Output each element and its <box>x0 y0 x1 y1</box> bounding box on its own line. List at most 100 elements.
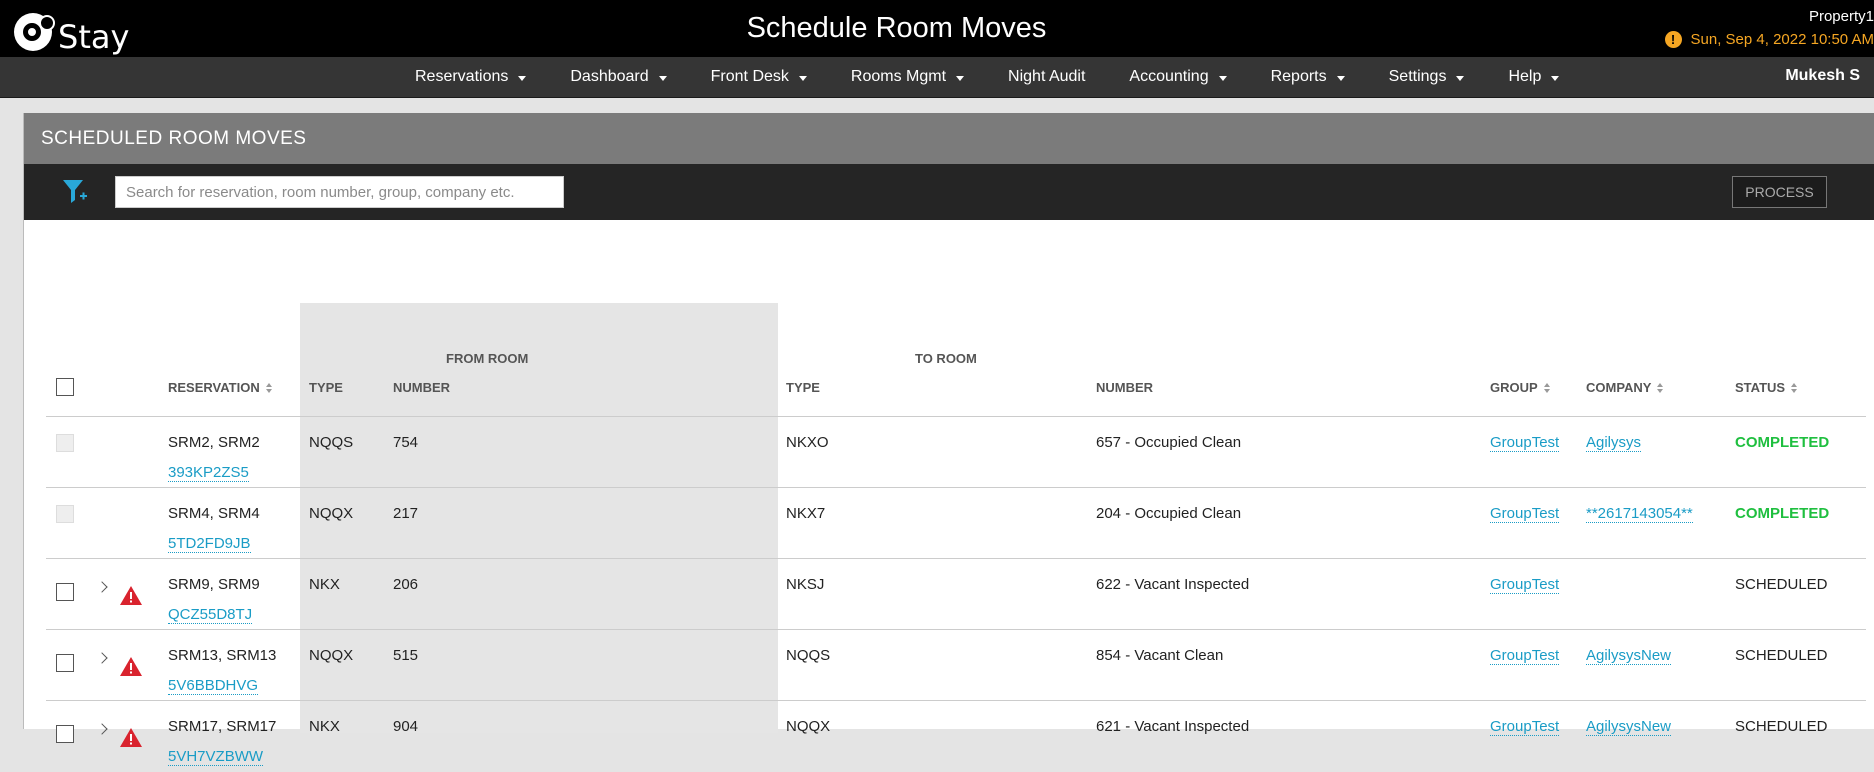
business-date: ! Sun, Sep 4, 2022 10:50 AM <box>1664 31 1874 48</box>
guest-name: SRM2, SRM2 <box>168 434 260 451</box>
from-room-type: NKX <box>309 718 340 735</box>
table-row: SRM17, SRM17 5VH7VZBWW NKX 904 NQQX 621 … <box>24 701 1874 772</box>
confirmation-link[interactable]: 5V6BBDHVG <box>168 677 259 695</box>
sort-icon <box>1657 382 1664 393</box>
nav-reports[interactable]: Reports <box>1271 68 1345 86</box>
to-room-type: NQQS <box>786 647 831 664</box>
nav-help[interactable]: Help <box>1508 68 1560 86</box>
select-all-checkbox[interactable] <box>56 378 74 396</box>
to-room-number: 204 - Occupied Clean <box>1096 505 1242 522</box>
company-link[interactable]: Agilysys <box>1586 434 1642 452</box>
user-menu[interactable]: Mukesh S <box>1785 67 1860 85</box>
toolbar: PROCESS <box>24 164 1874 220</box>
business-date-text: Sun, Sep 4, 2022 10:50 AM <box>1690 31 1874 48</box>
guest-name: SRM4, SRM4 <box>168 505 260 522</box>
row-checkbox[interactable] <box>56 654 74 672</box>
col-from-number: NUMBER <box>393 380 451 395</box>
col-group[interactable]: GROUP <box>1490 380 1550 395</box>
group-link[interactable]: GroupTest <box>1490 505 1560 523</box>
filter-icon[interactable] <box>62 178 88 211</box>
panel-title: SCHEDULED ROOM MOVES <box>24 113 1874 164</box>
from-room-number: 515 <box>393 647 419 664</box>
alert-triangle-icon <box>120 586 142 605</box>
confirmation-link[interactable]: QCZ55D8TJ <box>168 606 253 624</box>
table-row: SRM9, SRM9 QCZ55D8TJ NKX 206 NKSJ 622 - … <box>24 559 1874 630</box>
process-button[interactable]: PROCESS <box>1732 176 1827 208</box>
to-room-type: NKX7 <box>786 505 826 522</box>
caret-down-icon <box>1336 75 1345 81</box>
property-info: Property1 ! Sun, Sep 4, 2022 10:50 AM <box>1664 8 1874 48</box>
status-badge: COMPLETED <box>1735 505 1830 522</box>
company-link[interactable]: AgilysysNew <box>1586 718 1672 736</box>
nav-night-audit[interactable]: Night Audit <box>1008 68 1085 86</box>
nav-settings[interactable]: Settings <box>1389 68 1465 86</box>
col-to-number: NUMBER <box>1096 380 1154 395</box>
caret-down-icon <box>956 75 965 81</box>
row-checkbox <box>56 505 74 523</box>
to-room-type: NKSJ <box>786 576 825 593</box>
company-link[interactable]: AgilysysNew <box>1586 647 1672 665</box>
col-reservation[interactable]: RESERVATION <box>168 380 272 395</box>
from-room-number: 206 <box>393 576 419 593</box>
main-nav: Reservations Dashboard Front Desk Rooms … <box>0 57 1874 98</box>
status-badge: COMPLETED <box>1735 434 1830 451</box>
status-badge: SCHEDULED <box>1735 647 1828 664</box>
table-row: SRM2, SRM2 393KP2ZS5 NQQS 754 NKXO 657 -… <box>24 417 1874 488</box>
warning-icon: ! <box>1664 31 1682 48</box>
from-room-number: 217 <box>393 505 419 522</box>
to-room-number: 854 - Vacant Clean <box>1096 647 1224 664</box>
confirmation-link[interactable]: 5VH7VZBWW <box>168 748 264 766</box>
caret-down-icon <box>1456 75 1465 81</box>
room-moves-table: FROM ROOM TO ROOM RESERVATION TYPE NUMBE… <box>24 220 1874 766</box>
sort-icon <box>265 382 272 393</box>
to-room-group-header: TO ROOM <box>915 351 977 366</box>
page-title: Schedule Room Moves <box>746 12 1047 44</box>
to-room-number: 621 - Vacant Inspected <box>1096 718 1250 735</box>
nav-rooms-mgmt[interactable]: Rooms Mgmt <box>851 68 965 86</box>
from-room-type: NQQX <box>309 647 354 664</box>
table-row: SRM4, SRM4 5TD2FD9JB NQQX 217 NKX7 204 -… <box>24 488 1874 559</box>
from-room-type: NQQS <box>309 434 354 451</box>
row-checkbox <box>56 434 74 452</box>
guest-name: SRM17, SRM17 <box>168 718 277 735</box>
company-link[interactable]: **2617143054** <box>1586 505 1693 523</box>
chevron-right-icon[interactable] <box>96 652 108 664</box>
from-room-type: NQQX <box>309 505 354 522</box>
col-status[interactable]: STATUS <box>1735 380 1798 395</box>
row-checkbox[interactable] <box>56 583 74 601</box>
group-link[interactable]: GroupTest <box>1490 576 1560 594</box>
sort-icon <box>1791 382 1798 393</box>
from-room-type: NKX <box>309 576 340 593</box>
caret-down-icon <box>1218 75 1227 81</box>
chevron-right-icon[interactable] <box>96 723 108 735</box>
nav-dashboard[interactable]: Dashboard <box>570 68 667 86</box>
col-from-type: TYPE <box>309 380 343 395</box>
property-name[interactable]: Property1 <box>1665 8 1874 25</box>
group-link[interactable]: GroupTest <box>1490 647 1560 665</box>
to-room-number: 657 - Occupied Clean <box>1096 434 1242 451</box>
confirmation-link[interactable]: 393KP2ZS5 <box>168 464 249 482</box>
from-room-number: 904 <box>393 718 419 735</box>
from-room-number: 754 <box>393 434 419 451</box>
row-checkbox[interactable] <box>56 725 74 743</box>
confirmation-link[interactable]: 5TD2FD9JB <box>168 535 251 553</box>
table-row: SRM13, SRM13 5V6BBDHVG NQQX 515 NQQS 854… <box>24 630 1874 701</box>
sort-icon <box>1543 382 1550 393</box>
guest-name: SRM13, SRM13 <box>168 647 277 664</box>
to-room-type: NQQX <box>786 718 831 735</box>
group-link[interactable]: GroupTest <box>1490 434 1560 452</box>
col-to-type: TYPE <box>786 380 820 395</box>
col-company[interactable]: COMPANY <box>1586 380 1664 395</box>
group-link[interactable]: GroupTest <box>1490 718 1560 736</box>
nav-front-desk[interactable]: Front Desk <box>711 68 807 86</box>
to-room-type: NKXO <box>786 434 829 451</box>
caret-down-icon <box>658 75 667 81</box>
search-input[interactable] <box>115 176 564 208</box>
nav-reservations[interactable]: Reservations <box>415 68 527 86</box>
from-room-group-header: FROM ROOM <box>446 351 529 366</box>
chevron-right-icon[interactable] <box>96 581 108 593</box>
caret-down-icon <box>798 75 807 81</box>
nav-accounting[interactable]: Accounting <box>1129 68 1227 86</box>
alert-triangle-icon <box>120 657 142 676</box>
caret-down-icon <box>518 75 527 81</box>
